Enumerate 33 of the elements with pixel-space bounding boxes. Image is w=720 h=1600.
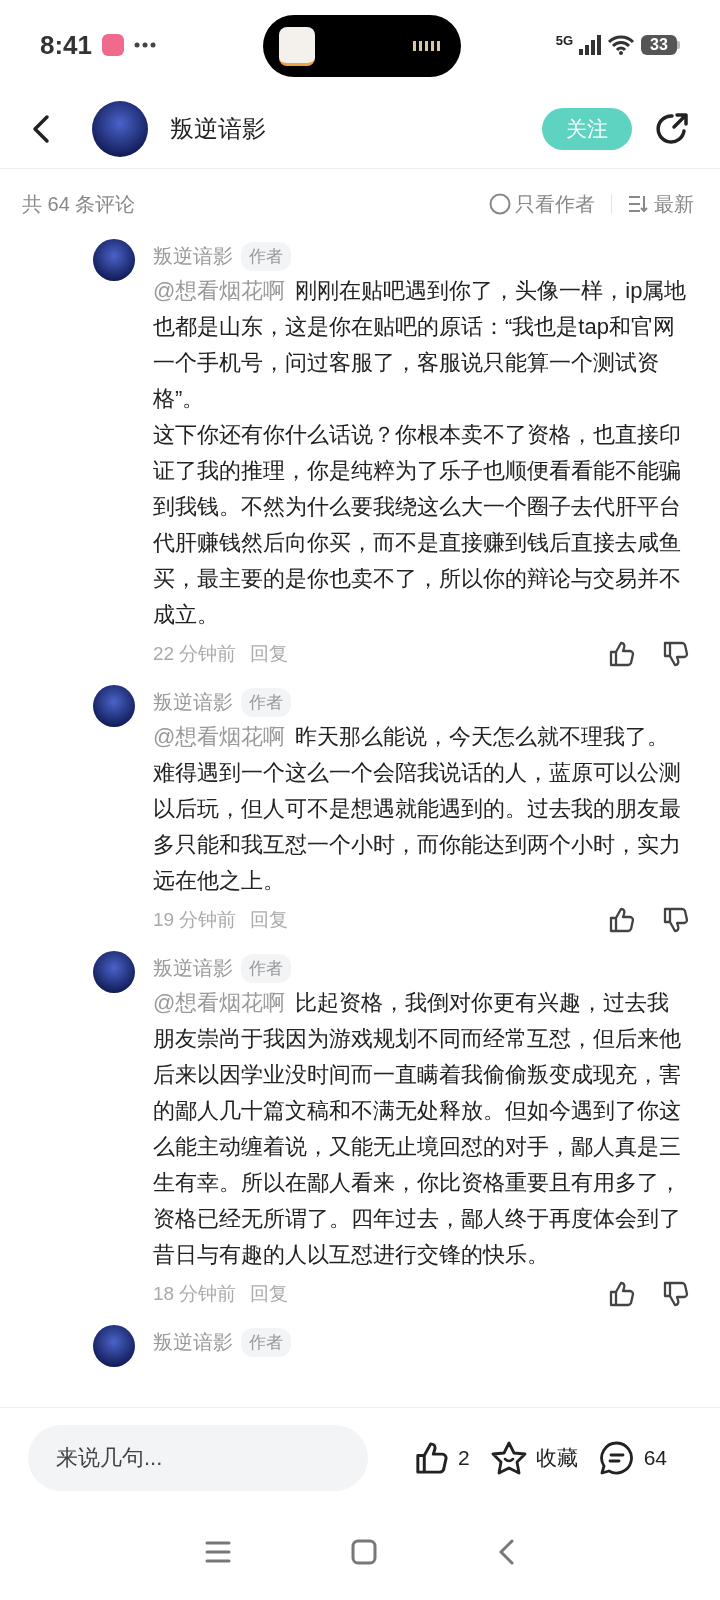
post-author-name: 叛逆谙影 bbox=[170, 114, 266, 144]
comment-time: 19 分钟前 bbox=[153, 908, 237, 932]
comment-author: 叛逆谙影 bbox=[153, 1329, 233, 1355]
like-count: 2 bbox=[458, 1446, 470, 1470]
reply-link[interactable]: 回复 bbox=[250, 907, 289, 933]
comment-author: 叛逆谙影 bbox=[153, 689, 233, 715]
comment-author: 叛逆谙影 bbox=[153, 243, 233, 269]
follow-button[interactable]: 关注 bbox=[542, 108, 632, 150]
comment-author: 叛逆谙影 bbox=[153, 955, 233, 981]
comment-total: 64 bbox=[643, 1446, 668, 1470]
comment-text: @想看烟花啊 比起资格，我倒对你更有兴趣，过去我朋友崇尚于我因为游戏规划不同而经常互怼，但后来他后来以因学业没时间而一直瞒着我偷偷叛变成现充，害的鄙人几十篇文稿和不满无处释放。但如今遇到了你这么能主动缠着说，又能无止境回怼的对手，鄙人真是三生有幸。所以在鄙人看来，你比资格重要且有用多了，资格已经无所谓了。四年过去，鄙人终于再度体会到了昔日与有趣的人以互怼进行交锋的快乐。 bbox=[153, 989, 682, 1269]
comment-text: @想看烟花啊 昨天那么能说，今天怎么就不理我了。难得遇到一个这么一个会陪我说话的人，蓝原可以公测以后玩，但人可不是想遇就能遇到的。过去我的朋友最多只能和我互怼一个小时，而你能达到两个小时，实力远在他之上。 bbox=[153, 723, 682, 895]
mention-link[interactable]: @想看烟花啊 bbox=[153, 278, 286, 303]
battery-icon: 33 bbox=[641, 35, 680, 55]
reply-link[interactable]: 回复 bbox=[250, 641, 289, 667]
comment-count: 共 64 条评论 bbox=[22, 191, 136, 217]
author-only-toggle[interactable]: 只看作者 bbox=[489, 190, 595, 218]
comment-time: 22 分钟前 bbox=[153, 642, 237, 666]
mention-link[interactable]: @想看烟花啊 bbox=[153, 990, 286, 1015]
author-tag: 作者 bbox=[241, 953, 291, 983]
comment-input[interactable]: 来说几句... bbox=[28, 1425, 368, 1491]
author-tag: 作者 bbox=[241, 241, 291, 271]
mention-link[interactable]: @想看烟花啊 bbox=[153, 724, 286, 749]
comment-time: 18 分钟前 bbox=[153, 1282, 237, 1306]
author-tag: 作者 bbox=[241, 687, 291, 717]
sort-button[interactable]: 最新 bbox=[628, 190, 694, 218]
favorite-label[interactable]: 收藏 bbox=[535, 1444, 578, 1472]
network-label: 5G bbox=[555, 33, 573, 48]
comment-text: 这下你还有你什么话说？你根本卖不了资格，也直接印证了我的推理，你是纯粹为了乐子也顺便看看能不能骗到我钱。不然为什么要我绕这么大一个圈子去代肝平台代肝赚钱然后向你买，而不是直接赚到钱后直接去咸鱼买，最主要的是你也卖不了，所以你的辩论与交易并不成立。 bbox=[153, 421, 682, 629]
status-time: 8:41 bbox=[40, 29, 93, 61]
reply-link[interactable]: 回复 bbox=[250, 1281, 289, 1307]
author-tag: 作者 bbox=[241, 1327, 291, 1357]
comment-text: @想看烟花啊 刚刚在贴吧遇到你了，头像一样，ip属地也都是山东，这是你在贴吧的原话：“我也是tap和官网一个手机号，问过客服了，客服说只能算一个测试资格”。 bbox=[153, 277, 688, 413]
